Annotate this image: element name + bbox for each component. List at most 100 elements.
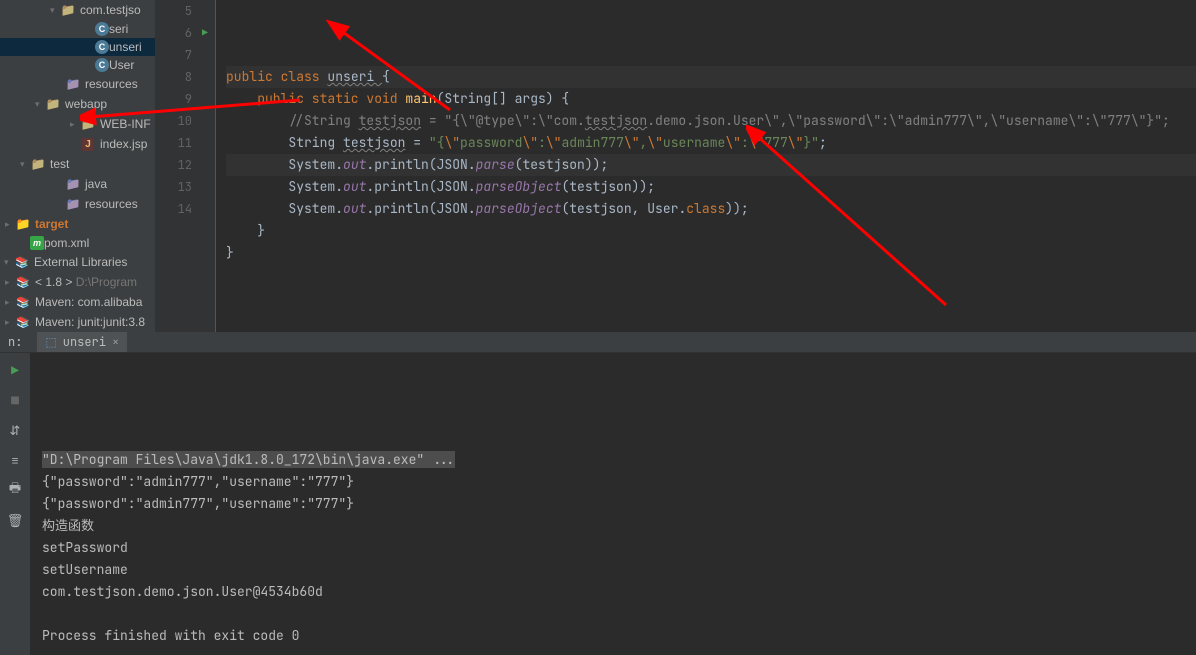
console-line: "D:\Program Files\Java\jdk1.8.0_172\bin\…: [42, 449, 1184, 471]
line-number: 12: [155, 154, 210, 176]
stop-icon[interactable]: ■: [6, 391, 24, 409]
code-line[interactable]: //String testjson = "{\"@type\":\"com.te…: [226, 110, 1196, 132]
library-icon: [15, 314, 31, 330]
chevron-down-icon[interactable]: ▾: [50, 5, 60, 16]
tree-label: com.testjso: [80, 3, 141, 17]
tree-item-seri[interactable]: Cseri: [0, 20, 155, 38]
close-icon[interactable]: ×: [112, 334, 119, 350]
run-panel-label: n:: [8, 334, 37, 350]
class-icon: C: [95, 22, 109, 36]
tree-item-External Libraries[interactable]: ▾ External Libraries: [0, 252, 155, 272]
folder-icon: [60, 2, 76, 18]
tree-label: resources: [85, 77, 138, 91]
source-folder-icon: [65, 76, 81, 92]
line-number: 6▶: [155, 22, 210, 44]
tree-label: pom.xml: [44, 236, 89, 250]
chevron-down-icon[interactable]: ▾: [4, 257, 14, 268]
tree-label: seri: [109, 22, 128, 36]
tree-label: Maven: junit:junit:3.8: [35, 315, 145, 329]
console-line: setUsername: [42, 559, 1184, 581]
console-line: [42, 603, 1184, 625]
chevron-right-icon[interactable]: ▸: [5, 219, 15, 230]
console-line: {"password":"admin777","username":"777"}: [42, 493, 1184, 515]
run-tab-icon: ⬚: [45, 334, 56, 350]
code-line[interactable]: System.out.println(JSON.parseObject(test…: [226, 176, 1196, 198]
tree-item-resources[interactable]: resources: [0, 74, 155, 94]
console-line: 构造函数: [42, 515, 1184, 537]
tree-item-index.jsp[interactable]: index.jsp: [0, 134, 155, 154]
line-number: 8: [155, 66, 210, 88]
tree-item-User[interactable]: CUser: [0, 56, 155, 74]
tree-item-WEB-INF[interactable]: ▸WEB-INF: [0, 114, 155, 134]
code-line[interactable]: System.out.println(JSON.parse(testjson))…: [226, 154, 1196, 176]
chevron-down-icon[interactable]: ▾: [35, 99, 45, 110]
console-line: Process finished with exit code 0: [42, 625, 1184, 647]
console-line: {"password":"admin777","username":"777"}: [42, 471, 1184, 493]
chevron-right-icon[interactable]: ▸: [5, 277, 15, 288]
tree-label: External Libraries: [34, 255, 127, 269]
library-icon: [15, 294, 31, 310]
class-icon: C: [95, 58, 109, 72]
line-number: 7: [155, 44, 210, 66]
code-editor[interactable]: 56▶7891011121314 public class unseri { p…: [155, 0, 1196, 332]
source-folder-icon: [65, 176, 81, 192]
trash-icon[interactable]: 🗑: [6, 511, 24, 529]
folder-icon: [80, 116, 96, 132]
chevron-right-icon[interactable]: ▸: [70, 119, 80, 130]
run-tab-unseri[interactable]: ⬚ unseri ×: [37, 332, 127, 352]
print-icon[interactable]: 🖶: [6, 481, 24, 499]
tree-label: java: [85, 177, 107, 191]
tree-item-resources[interactable]: resources: [0, 194, 155, 214]
tree-item-pom.xml[interactable]: mpom.xml: [0, 234, 155, 252]
tree-item-test[interactable]: ▾ test: [0, 154, 155, 174]
tree-item-java[interactable]: java: [0, 174, 155, 194]
folder-icon: [30, 156, 46, 172]
line-number: 13: [155, 176, 210, 198]
tree-label: resources: [85, 197, 138, 211]
code-line[interactable]: public static void main(String[] args) {: [226, 88, 1196, 110]
console-line: com.testjson.demo.json.User@4534b60d: [42, 581, 1184, 603]
code-line[interactable]: }: [226, 242, 1196, 264]
tree-label: unseri: [109, 40, 142, 54]
code-line[interactable]: System.out.println(JSON.parseObject(test…: [226, 198, 1196, 220]
console-output[interactable]: "D:\Program Files\Java\jdk1.8.0_172\bin\…: [30, 353, 1196, 655]
layout-icon[interactable]: ⇵: [6, 421, 24, 439]
line-number: 10: [155, 110, 210, 132]
tree-label: User: [109, 58, 134, 72]
code-line[interactable]: public class unseri {: [226, 66, 1196, 88]
line-number: 9: [155, 88, 210, 110]
code-area[interactable]: public class unseri { public static void…: [216, 0, 1196, 332]
rerun-icon[interactable]: ▶: [6, 361, 24, 379]
chevron-right-icon[interactable]: ▸: [5, 317, 15, 328]
tree-label: webapp: [65, 97, 107, 111]
tree-item-< 1.8 >[interactable]: ▸ < 1.8 > D:\Program: [0, 272, 155, 292]
filter-icon[interactable]: ≡: [6, 451, 24, 469]
tree-label: index.jsp: [100, 137, 147, 151]
code-line[interactable]: }: [226, 220, 1196, 242]
editor-gutter: 56▶7891011121314: [155, 0, 210, 332]
run-tab-label: unseri: [63, 334, 106, 350]
tree-item-Maven: junit:junit:3.8[interactable]: ▸Maven: junit:junit:3.8: [0, 312, 155, 332]
tree-item-webapp[interactable]: ▾ webapp: [0, 94, 155, 114]
code-line[interactable]: String testjson = "{\"password\":\"admin…: [226, 132, 1196, 154]
library-icon: [14, 254, 30, 270]
run-gutter-icon[interactable]: ▶: [202, 22, 208, 44]
chevron-down-icon[interactable]: ▾: [20, 159, 30, 170]
tree-item-unseri[interactable]: Cunseri: [0, 38, 155, 56]
library-icon: [15, 274, 31, 290]
chevron-right-icon[interactable]: ▸: [5, 297, 15, 308]
tree-item-target[interactable]: ▸target: [0, 214, 155, 234]
tree-label: test: [50, 157, 69, 171]
console-line: setPassword: [42, 537, 1184, 559]
project-tree[interactable]: ▾com.testjsoCseriCunseriCUserresources▾w…: [0, 0, 155, 332]
tree-item-Maven: com.alibaba[interactable]: ▸Maven: com.alibaba: [0, 292, 155, 312]
console-toolbar: ▶ ■ ⇵ ≡ 🖶 🗑: [0, 353, 30, 655]
run-tool-tab-bar: n: ⬚ unseri ×: [0, 332, 1196, 353]
tree-label: Maven: com.alibaba: [35, 295, 142, 309]
jsp-icon: [80, 136, 96, 152]
code-line[interactable]: [226, 264, 1196, 286]
tree-item-com.testjso[interactable]: ▾ com.testjso: [0, 0, 155, 20]
folder-icon: [45, 96, 61, 112]
tree-label: < 1.8 > D:\Program: [35, 275, 137, 289]
target-folder-icon: [15, 216, 31, 232]
